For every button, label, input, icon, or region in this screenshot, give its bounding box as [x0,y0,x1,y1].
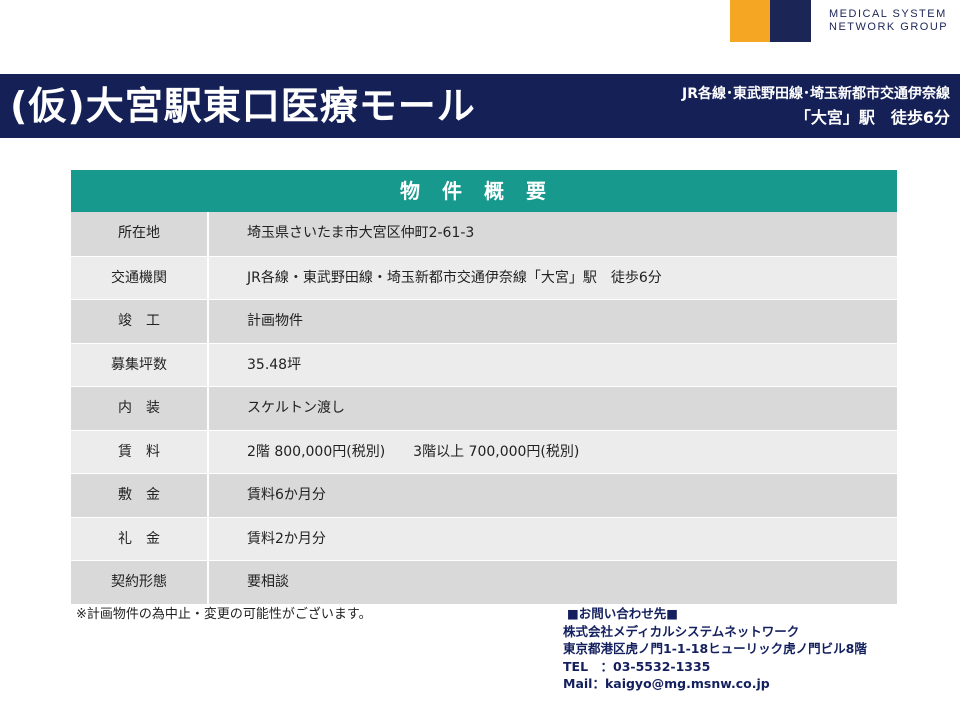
table-header: 物件概要 [71,170,897,212]
logo-line-2: NETWORK GROUP [829,21,949,33]
row-value: JR各線・東武野田線・埼玉新都市交通伊奈線「大宮」駅 徒歩6分 [247,269,662,286]
contact-block: ■お問い合わせ先■ 株式会社メディカルシステムネットワーク 東京都港区虎ノ門1-… [563,605,867,693]
page-title: (仮)大宮駅東口医療モール [10,84,476,128]
property-overview-table: 物件概要 所在地 埼玉県さいたま市大宮区仲町2-61-3 交通機関 JR各線・東… [71,170,897,604]
row-label: 所在地 [71,212,209,256]
row-value: 35.48坪 [247,356,302,373]
disclaimer-note: ※計画物件の為中止・変更の可能性がございます。 [76,607,372,622]
row-value: 要相談 [247,574,289,590]
row-label: 契約形態 [71,561,209,604]
table-row: 敷 金 賃料6か月分 [71,473,897,517]
row-value: スケルトン渡し [247,400,345,416]
contact-address: 東京都港区虎ノ門1-1-18ヒューリック虎ノ門ビル8階 [563,641,867,656]
table-row: 募集坪数 35.48坪 [71,342,897,386]
logo-line-1: MEDICAL SYSTEM [829,8,947,20]
table-row: 賃 料 2階 800,000円(税別) 3階以上 700,000円(税別) [71,429,897,473]
row-label: 募集坪数 [71,343,209,386]
title-banner: (仮)大宮駅東口医療モール JR各線･東武野田線･埼玉新都市交通伊奈線 「大宮」… [0,74,960,138]
table-row: 交通機関 JR各線・東武野田線・埼玉新都市交通伊奈線「大宮」駅 徒歩6分 [71,255,897,299]
contact-tel: TEL ：03-5532-1335 [563,658,711,674]
logo-navy-block [770,0,811,42]
table-row: 内 装 スケルトン渡し [71,386,897,430]
contact-mail[interactable]: Mail：kaigyo@mg.msnw.co.jp [563,675,867,693]
logo-orange-block [730,0,770,42]
table-row: 礼 金 賃料2か月分 [71,516,897,560]
row-label: 交通機関 [71,256,209,299]
access-info: JR各線･東武野田線･埼玉新都市交通伊奈線 「大宮」駅 徒歩6分 [682,82,950,130]
table-row: 所在地 埼玉県さいたま市大宮区仲町2-61-3 [71,212,897,256]
row-value: 賃料2か月分 [247,530,326,547]
contact-heading: ■お問い合わせ先■ [567,606,679,621]
table-row: 竣 工 計画物件 [71,299,897,343]
row-value: 賃料6か月分 [247,487,326,503]
contact-company: 株式会社メディカルシステムネットワーク [563,623,800,639]
company-logo-text: MEDICAL SYSTEM NETWORK GROUP [829,8,948,34]
access-lines: JR各線･東武野田線･埼玉新都市交通伊奈線 [682,86,950,102]
row-label: 敷 金 [71,474,209,517]
row-value: 計画物件 [247,313,303,329]
row-value: 埼玉県さいたま市大宮区仲町2-61-3 [247,225,475,241]
access-station-walk: 「大宮」駅 徒歩6分 [794,108,950,127]
row-label: 内 装 [71,387,209,430]
row-label: 竣 工 [71,300,209,343]
row-label: 賃 料 [71,430,209,473]
table-row: 契約形態 要相談 [71,560,897,604]
row-value: 2階 800,000円(税別) 3階以上 700,000円(税別) [247,443,580,460]
row-label: 礼 金 [71,517,209,560]
